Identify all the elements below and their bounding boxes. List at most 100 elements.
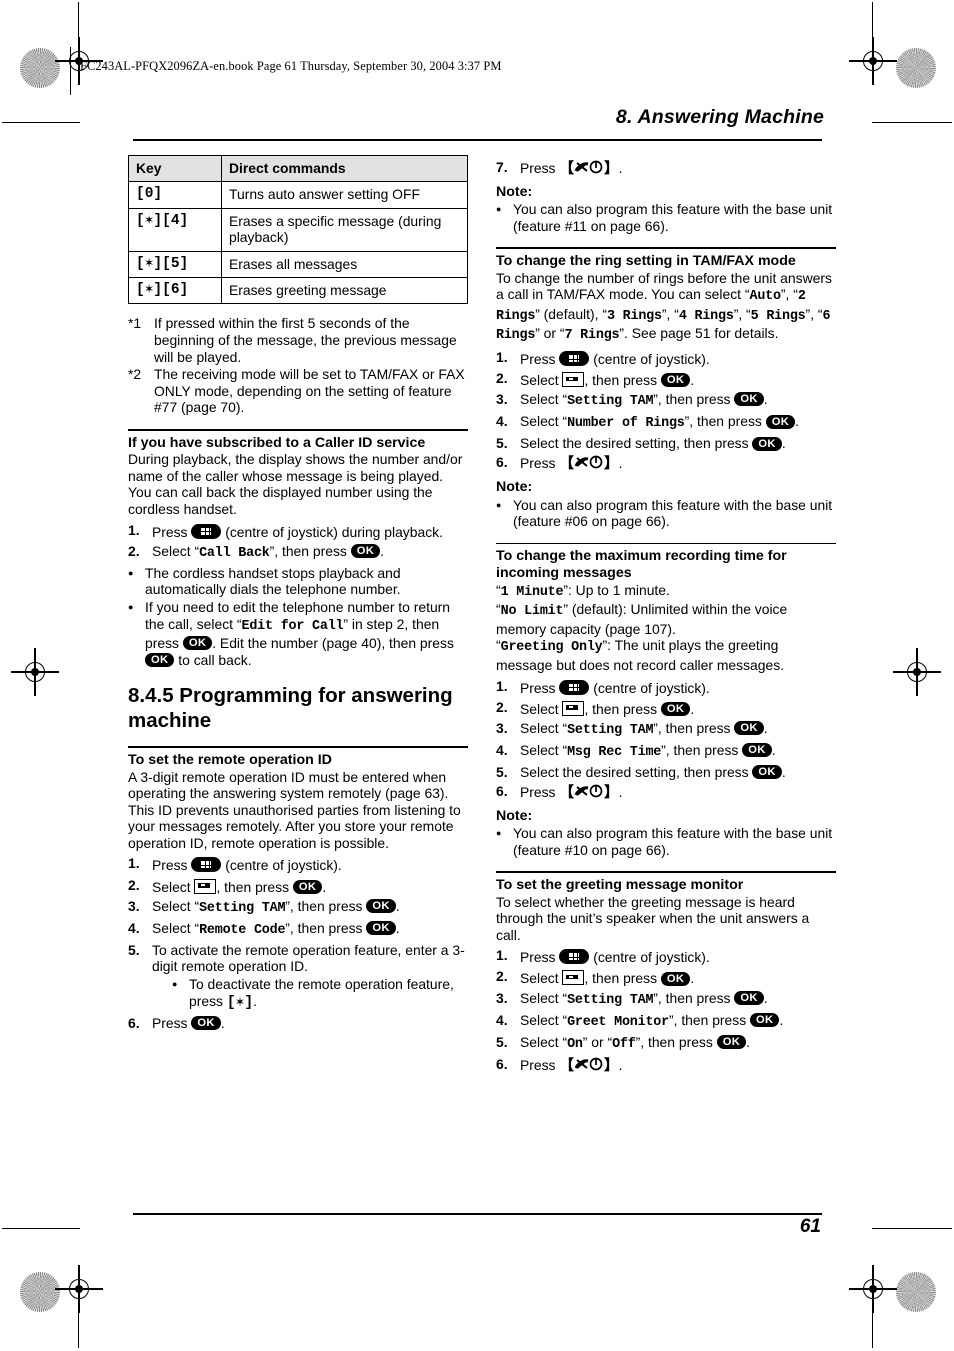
step-body: Press 【】. bbox=[520, 159, 836, 179]
step-body: Press (centre of joystick). bbox=[152, 855, 468, 874]
step-body: Press (centre of joystick). bbox=[520, 678, 836, 697]
ok-key-icon: OK bbox=[750, 1012, 780, 1027]
step-text-3: . bbox=[322, 878, 327, 895]
menu-value: Setting TAM bbox=[567, 394, 654, 410]
bullet-dot-icon bbox=[496, 825, 513, 858]
step-text: Select the desired setting, then press bbox=[520, 435, 749, 452]
step-body: Select “Number of Rings”, then press OK. bbox=[520, 413, 836, 433]
step-body: Select “Setting TAM”, then press OK. bbox=[520, 720, 836, 740]
ok-key-icon: OK bbox=[742, 743, 772, 758]
step-text-2: ”, then press bbox=[285, 919, 363, 936]
caller-id-bullets: The cordless handset stops playback and … bbox=[128, 565, 468, 669]
step-text-2: (centre of joystick). bbox=[225, 857, 342, 874]
note-label: Note: bbox=[496, 807, 533, 824]
rec-time-line-3: “Greeting Only”: The unit plays the gree… bbox=[496, 637, 784, 673]
step-text-2: , then press bbox=[584, 372, 658, 389]
step-number: 2. bbox=[496, 698, 508, 715]
menu-value: Msg Rec Time bbox=[567, 744, 662, 760]
step-number: 1. bbox=[128, 855, 140, 872]
table-row: [✶][6] Erases greeting message bbox=[128, 277, 468, 305]
crop-line-bottom-left-h bbox=[2, 1228, 80, 1230]
bullet-dot-icon bbox=[128, 599, 145, 668]
table-row: [✶][5] Erases all messages bbox=[128, 250, 468, 279]
step-number: 3. bbox=[496, 719, 508, 736]
chapter-title: 8. Answering Machine bbox=[615, 106, 824, 128]
remote-id-body: A 3-digit remote operation ID must be en… bbox=[128, 768, 461, 851]
halftone-dot-top-right bbox=[896, 48, 936, 88]
header-rule bbox=[133, 139, 822, 142]
step-text: Press bbox=[520, 679, 556, 696]
answering-machine-icon bbox=[194, 878, 217, 894]
step-text-2: . bbox=[618, 455, 623, 472]
step-text-2: (centre of joystick) during playback. bbox=[225, 523, 443, 540]
table-cell-key: [✶][6] bbox=[128, 277, 222, 305]
bullet-text: If you need to edit the telephone number… bbox=[145, 599, 468, 668]
page-number: 61 bbox=[799, 1216, 821, 1237]
step-text: Select “ bbox=[152, 542, 200, 559]
left-column: Key Direct commands [0] Turns auto answe… bbox=[128, 154, 468, 1034]
step-item: 5. Select “On” or “Off”, then press OK. bbox=[496, 1034, 836, 1054]
step-item: 3. Select “Setting TAM”, then press OK. bbox=[128, 898, 468, 918]
bullet-text: To deactivate the remote operation featu… bbox=[189, 976, 468, 1011]
crop-line-bottom-left-v bbox=[78, 1300, 80, 1348]
step-item: 1. Press (centre of joystick). bbox=[496, 349, 836, 368]
step-number: 3. bbox=[496, 989, 508, 1006]
step-text-2: ”, then press bbox=[653, 719, 731, 736]
step-text-2: ”, then press bbox=[661, 741, 739, 758]
book-info: FC243AL-PFQX2096ZA-en.book Page 61 Thurs… bbox=[80, 59, 502, 73]
menu-value: No Limit bbox=[500, 604, 564, 620]
step-text-2: ”, then press bbox=[269, 542, 347, 559]
step-body: Select the desired setting, then press O… bbox=[520, 435, 836, 452]
step-item: 1. Press (centre of joystick). bbox=[128, 855, 468, 874]
bullet-item: To deactivate the remote operation featu… bbox=[172, 976, 468, 1011]
handset-off-glyph bbox=[574, 784, 604, 798]
caller-id-body-2: You can call back the displayed number u… bbox=[128, 484, 433, 517]
step-text: Select bbox=[520, 970, 559, 987]
crop-line-top-left-v bbox=[78, 2, 80, 50]
step-text: Select bbox=[520, 700, 559, 717]
step-text-3: . bbox=[690, 700, 695, 717]
table-cell-command: Erases a specific message (during playba… bbox=[221, 207, 468, 252]
step-item: 2. Select , then press OK. bbox=[128, 877, 468, 896]
menu-value: Auto bbox=[749, 289, 782, 305]
greet-monitor-steps: 1. Press (centre of joystick). 2. Select… bbox=[496, 947, 836, 1075]
step-text-3: . bbox=[380, 542, 384, 559]
step-text: To activate the remote operation feature… bbox=[152, 941, 465, 975]
step-item: 1. Press (centre of joystick) during pla… bbox=[128, 522, 468, 541]
step-number: 2. bbox=[496, 370, 508, 387]
table-cell-key: [0] bbox=[128, 181, 222, 209]
section-divider bbox=[128, 746, 468, 748]
menu-value: 1 Minute bbox=[500, 584, 564, 600]
joystick-centre-icon bbox=[191, 523, 222, 539]
step-text: Select “ bbox=[520, 989, 568, 1006]
step-text: Select “ bbox=[152, 897, 200, 914]
step-item: 2. Select , then press OK. bbox=[496, 699, 836, 718]
answering-machine-icon bbox=[562, 700, 585, 716]
bullet-item: If you need to edit the telephone number… bbox=[128, 599, 468, 668]
step-text-2: . bbox=[781, 763, 786, 780]
menu-value: Remote Code bbox=[199, 922, 286, 938]
menu-value: Greeting Only bbox=[500, 640, 603, 656]
table-row: [0] Turns auto answer setting OFF bbox=[128, 181, 468, 209]
step-body: Select “Greet Monitor”, then press OK. bbox=[520, 1012, 836, 1032]
t: ”, “ bbox=[780, 286, 798, 303]
crop-line-bottom-right-v bbox=[872, 1300, 874, 1348]
step-body: To activate the remote operation feature… bbox=[152, 942, 468, 1012]
step-text-3: . bbox=[690, 372, 695, 389]
step-body: Select “Setting TAM”, then press OK. bbox=[520, 391, 836, 411]
ok-key-icon: OK bbox=[752, 765, 782, 780]
step-text: Select “ bbox=[520, 1011, 568, 1028]
table-cell-key: [✶][5] bbox=[128, 250, 222, 279]
step-body: Select , then press OK. bbox=[152, 877, 468, 896]
step-item: 4. Select “Number of Rings”, then press … bbox=[496, 413, 836, 433]
step-text: Press bbox=[520, 1056, 556, 1073]
ok-key-icon: OK bbox=[734, 392, 764, 407]
step-text: Select “ bbox=[520, 719, 568, 736]
continued-steps: 7. Press 【】. bbox=[496, 159, 836, 179]
joystick-centre-icon bbox=[559, 350, 590, 366]
step-body: Select “Remote Code”, then press OK. bbox=[152, 920, 468, 940]
step-text: Press bbox=[152, 857, 188, 874]
menu-value: Setting TAM bbox=[567, 992, 654, 1008]
table-row: [✶][4] Erases a specific message (during… bbox=[128, 207, 468, 252]
step-text: Select “ bbox=[520, 1033, 568, 1050]
